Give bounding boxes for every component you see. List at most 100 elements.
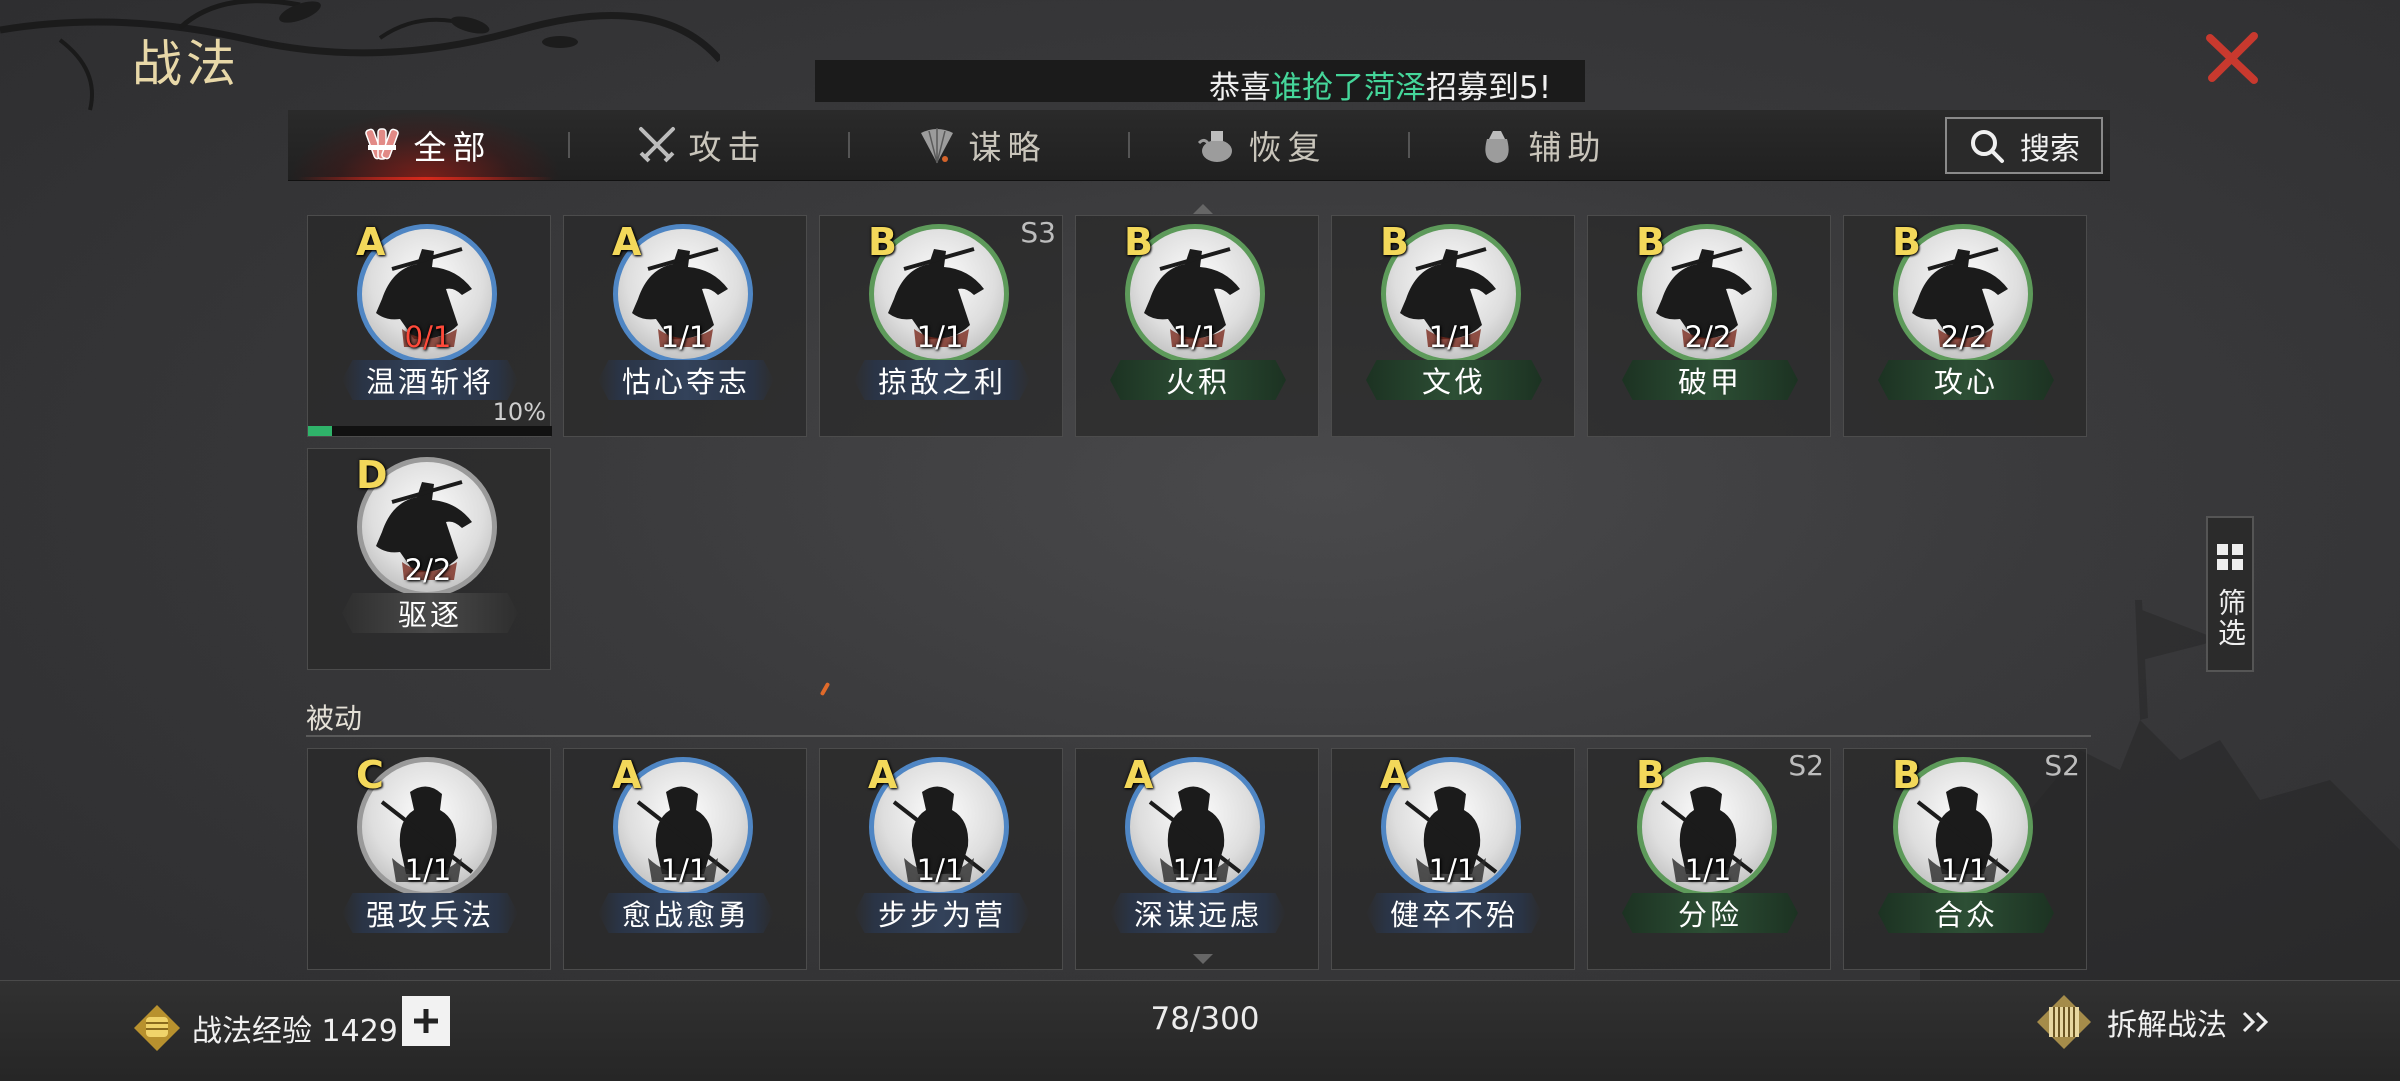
skill-count: 1/1 [1172, 853, 1220, 887]
skill-count: 1/1 [1940, 853, 1988, 887]
scroll-down-indicator [1193, 954, 1213, 964]
skill-grade: B [1636, 220, 1665, 264]
skill-grade: A [356, 220, 386, 264]
filter-button[interactable]: 筛选 [2206, 516, 2254, 672]
scroll-bundle-icon [364, 128, 399, 160]
tab-all[interactable]: 全部 [288, 110, 563, 180]
skill-count: 1/1 [660, 320, 708, 354]
double-chevron-right-icon [2242, 1011, 2269, 1033]
skill-count: 1/1 [916, 853, 964, 887]
skill-name: 深谋远虑 [1110, 893, 1286, 933]
tab-recovery[interactable]: 恢复 [1123, 110, 1398, 180]
skill-grade: B [1636, 753, 1665, 797]
passive-skill-card[interactable]: C 1/1 强攻兵法 [307, 748, 551, 970]
skill-grade: A [612, 220, 642, 264]
season-badge: S3 [1020, 216, 1056, 249]
skill-grade: C [356, 753, 384, 797]
skill-exp-display: 战法经验 1429 [132, 1003, 398, 1053]
skill-grade: A [1124, 753, 1154, 797]
skill-grade: B [868, 220, 897, 264]
skill-name: 破甲 [1622, 360, 1798, 400]
skill-grade: D [356, 453, 388, 497]
scroll-up-indicator [1193, 204, 1213, 214]
skill-grade: A [612, 753, 642, 797]
filter-label: 筛选 [2214, 588, 2247, 648]
crossed-swords-icon [638, 127, 675, 163]
dismantle-scroll-icon [2037, 995, 2091, 1049]
active-skill-card[interactable]: A 1/1 怙心夺志 [563, 215, 807, 437]
season-badge: S2 [1788, 749, 1824, 782]
tab-strategy-label: 谋略 [968, 128, 1047, 167]
season-badge: S2 [2044, 749, 2080, 782]
skill-exp-label: 战法经验 1429 [192, 1014, 398, 1049]
skill-grade: A [1380, 753, 1410, 797]
skill-count: 1/1 [1428, 853, 1476, 887]
close-button[interactable] [2200, 26, 2264, 90]
ticker-suffix: 招募到5! [1426, 70, 1552, 102]
skill-count: 2/2 [1940, 320, 1988, 354]
skill-grade: B [1380, 220, 1409, 264]
skill-count: 2/2 [1684, 320, 1732, 354]
skill-grade: A [868, 753, 898, 797]
skill-name: 分险 [1622, 893, 1798, 933]
skill-name: 健卒不殆 [1366, 893, 1542, 933]
skill-name: 怙心夺志 [598, 360, 774, 400]
active-skill-card[interactable]: A 0/1 温酒斩将 10% [307, 215, 552, 437]
search-icon [1971, 129, 2004, 163]
tab-all-label: 全部 [413, 128, 492, 167]
skill-capacity: 78/300 [1150, 1001, 1260, 1037]
passive-skill-card[interactable]: A 1/1 步步为营 [819, 748, 1063, 970]
tab-strategy[interactable]: 谋略 [843, 110, 1118, 180]
skill-count: 1/1 [404, 853, 452, 887]
skill-count: 1/1 [916, 320, 964, 354]
search-label: 搜索 [2020, 131, 2080, 167]
tab-support-label: 辅助 [1528, 128, 1607, 167]
passive-skill-card[interactable]: A 1/1 愈战愈勇 [563, 748, 807, 970]
passive-skill-card[interactable]: B 1/1 S2 合众 [1843, 748, 2087, 970]
page-title: 战法 [132, 35, 240, 93]
passive-skill-card[interactable]: A 1/1 健卒不殆 [1331, 748, 1575, 970]
skill-name: 强攻兵法 [342, 893, 518, 933]
passive-skill-card[interactable]: B 1/1 S2 分险 [1587, 748, 1831, 970]
active-skill-card[interactable]: B 1/1 火积 [1075, 215, 1319, 437]
dismantle-label: 拆解战法 [2107, 1008, 2227, 1043]
tab-support[interactable]: 辅助 [1403, 110, 1678, 180]
active-skill-card[interactable]: D 2/2 驱逐 [307, 448, 551, 670]
dismantle-button[interactable]: 拆解战法 [2035, 991, 2271, 1053]
skill-name: 合众 [1878, 893, 2054, 933]
upgrade-progress-text: 10% [492, 398, 546, 426]
skill-name: 步步为营 [854, 893, 1030, 933]
skill-name: 攻心 [1878, 360, 2054, 400]
announcement-ticker: 恭喜谁抢了菏泽招募到5! [815, 60, 1585, 102]
bottom-bar: 战法经验 1429 78/300 拆解战法 [0, 980, 2400, 1081]
active-skill-card[interactable]: B 1/1 S3 掠敌之利 [819, 215, 1063, 437]
plus-icon [414, 1009, 438, 1033]
skill-name: 温酒斩将 [342, 360, 518, 400]
tab-attack[interactable]: 攻击 [563, 110, 838, 180]
search-button[interactable]: 搜索 [1945, 117, 2103, 174]
upgrade-progress-fill [308, 426, 333, 436]
skill-count: 1/1 [1428, 320, 1476, 354]
section-divider [306, 735, 2091, 737]
skill-count: 0/1 [404, 320, 452, 354]
skill-count: 1/1 [660, 853, 708, 887]
skill-count: 1/1 [1172, 320, 1220, 354]
skill-count: 1/1 [1684, 853, 1732, 887]
fist-icon [134, 1005, 180, 1051]
passive-skill-card[interactable]: A 1/1 深谋远虑 [1075, 748, 1319, 970]
add-exp-button[interactable] [402, 996, 450, 1046]
active-skill-card[interactable]: B 1/1 文伐 [1331, 215, 1575, 437]
grid-icon [2217, 544, 2243, 570]
tab-attack-label: 攻击 [688, 128, 767, 167]
ticker-prefix: 恭喜 [1209, 70, 1271, 102]
ticker-player-name: 谁抢了菏泽 [1271, 70, 1426, 102]
skill-grade: B [1124, 220, 1153, 264]
pouch-icon [1484, 131, 1509, 163]
feather-fan-icon [920, 128, 953, 164]
skill-count: 2/2 [404, 553, 452, 587]
ember-decoration [819, 681, 831, 697]
active-skill-card[interactable]: B 2/2 攻心 [1843, 215, 2087, 437]
active-skill-card[interactable]: B 2/2 破甲 [1587, 215, 1831, 437]
tab-recovery-label: 恢复 [1248, 128, 1327, 167]
medicine-pot-icon [1197, 131, 1232, 162]
